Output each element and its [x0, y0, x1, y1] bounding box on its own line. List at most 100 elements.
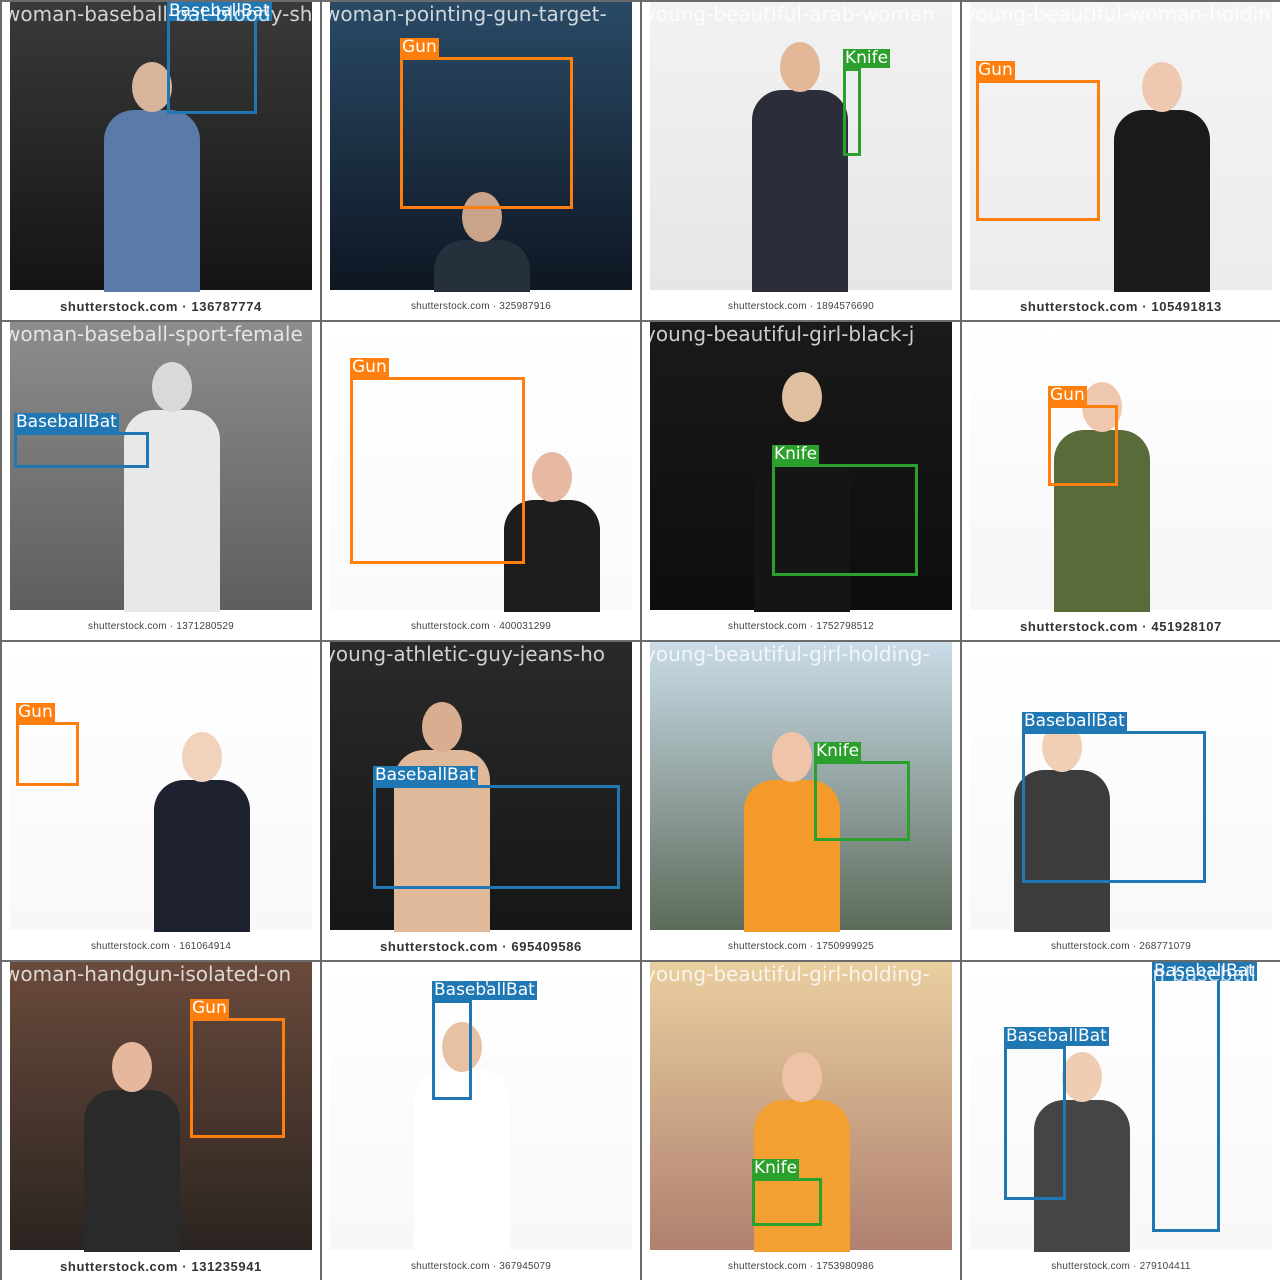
- watermark: shutterstock.com · 136787774: [2, 292, 320, 320]
- mosaic-tile: shutterstock.com · 1750999925 Knife young-…: [642, 642, 960, 960]
- watermark: shutterstock.com · 1371280529: [2, 612, 320, 640]
- box-label: Gun: [190, 998, 229, 1018]
- photo: [2, 2, 320, 320]
- bounding-box: [1022, 731, 1206, 883]
- image-filename: young-beautiful-girl-holding-: [644, 642, 930, 666]
- bounding-box: [373, 785, 620, 889]
- bounding-box: [1048, 405, 1118, 486]
- mosaic-tile: shutterstock.com · 268771079 BaseballBat y…: [962, 642, 1280, 960]
- box-label: Gun: [976, 60, 1015, 80]
- person-body: [752, 90, 848, 300]
- mosaic-tile: shutterstock.com · 367945079 BaseballBat y…: [322, 962, 640, 1280]
- image-filename: woman-baseball-sport-female: [4, 322, 303, 346]
- box-label: Gun: [350, 357, 389, 377]
- image-filename: womans-hand-cocking-revolver: [324, 322, 639, 346]
- box-label: Knife: [843, 48, 891, 68]
- photo: [642, 642, 960, 960]
- box-label: Knife: [752, 1158, 800, 1178]
- watermark: shutterstock.com · 161064914: [2, 932, 320, 960]
- photo: [322, 962, 640, 1280]
- person-body: [104, 110, 200, 300]
- box-label: Gun: [16, 702, 55, 722]
- person-head: [532, 452, 572, 502]
- person-head: [1062, 1052, 1102, 1102]
- photo: [2, 642, 320, 960]
- image-filename: young-beautiful-girl-holding-: [644, 962, 930, 986]
- bounding-box: [432, 1000, 472, 1100]
- watermark: shutterstock.com · 105491813: [962, 292, 1280, 320]
- watermark: shutterstock.com · 695409586: [322, 932, 640, 960]
- watermark: shutterstock.com · 131235941: [2, 1252, 320, 1280]
- person-head: [780, 42, 820, 92]
- person-head: [782, 1052, 822, 1102]
- person-head: [772, 732, 812, 782]
- watermark: shutterstock.com · 1750999925: [642, 932, 960, 960]
- mosaic-tile: shutterstock.com · 1894576690 Knife young-…: [642, 2, 960, 320]
- person-head: [132, 62, 172, 112]
- image-filename: woman-handgun-isolated-on: [4, 962, 292, 986]
- bounding-box: [16, 722, 79, 786]
- person-body: [154, 780, 250, 940]
- person-body: [434, 240, 530, 300]
- watermark: shutterstock.com · 268771079: [962, 932, 1280, 960]
- watermark: shutterstock.com · 279104411: [962, 1252, 1280, 1280]
- mosaic-tile: shutterstock.com · 1752798512 Knife young-…: [642, 322, 960, 640]
- box-label: BaseballBat: [1004, 1026, 1109, 1046]
- photo: [2, 322, 320, 640]
- image-filename: woman-baseball-bat-bloody-shirt-bla: [4, 2, 320, 26]
- box-label: BaseballBat: [14, 412, 119, 432]
- person-body: [1114, 110, 1210, 300]
- box-label: BaseballBat: [373, 765, 478, 785]
- bounding-box: [772, 464, 918, 576]
- person-head: [782, 372, 822, 422]
- photo: [642, 962, 960, 1280]
- image-filename: young-businessman-baseball: [964, 962, 1256, 986]
- mosaic-tile: shutterstock.com · 695409586 BaseballBat y…: [322, 642, 640, 960]
- box-label: Gun: [1048, 385, 1087, 405]
- image-filename: woman-pointing-gun-target-: [324, 2, 607, 26]
- watermark: shutterstock.com · 400031299: [322, 612, 640, 640]
- person-head: [152, 362, 192, 412]
- person-head: [112, 1042, 152, 1092]
- photo: [962, 322, 1280, 640]
- image-filename: young-athletic-guy-jeans-ho: [324, 642, 605, 666]
- image-filename: woman-businesswoman-gun-: [4, 642, 297, 666]
- watermark: shutterstock.com · 1753980986: [642, 1252, 960, 1280]
- bounding-box: [190, 1018, 285, 1138]
- box-label: Gun: [400, 37, 439, 57]
- box-label: Knife: [772, 444, 820, 464]
- bounding-box: [14, 432, 149, 468]
- image-filename: young-beautiful-girl-black-j: [644, 322, 915, 346]
- image-filename: young-beautiful-woman-holding: [964, 2, 1280, 26]
- mosaic-tile: shutterstock.com · 131235941 Gun woman-han…: [2, 962, 320, 1280]
- bounding-box: [400, 57, 573, 209]
- mosaic-tile: shutterstock.com · 105491813 Gun young-bea…: [962, 2, 1280, 320]
- person-body: [84, 1090, 180, 1260]
- watermark: shutterstock.com · 451928107: [962, 612, 1280, 640]
- mosaic-tile: shutterstock.com · 451928107 Gun young-bea…: [962, 322, 1280, 640]
- mosaic-tile: shutterstock.com · 136787774 BaseballBat w…: [2, 2, 320, 320]
- person-head: [1142, 62, 1182, 112]
- bounding-box: [1004, 1046, 1066, 1200]
- box-label: BaseballBat: [1022, 711, 1127, 731]
- watermark: shutterstock.com · 325987916: [322, 292, 640, 320]
- bounding-box: [814, 761, 910, 841]
- mosaic-tile: shutterstock.com · 325987916 Gun woman-poi…: [322, 2, 640, 320]
- box-label: Knife: [814, 741, 862, 761]
- watermark: shutterstock.com · 1752798512: [642, 612, 960, 640]
- person-head: [182, 732, 222, 782]
- mosaic-tile: shutterstock.com · 1753980986 Knife young-…: [642, 962, 960, 1280]
- person-head: [422, 702, 462, 752]
- mosaic-tile: shutterstock.com · 1371280529 BaseballBat…: [2, 322, 320, 640]
- bounding-box: [1152, 968, 1220, 1232]
- image-filename: young-beautiful-woman-holding: [964, 322, 1280, 346]
- image-filename: young-baseball-professional-: [324, 962, 613, 986]
- image-filename: young-beautiful-arab-woman: [644, 2, 935, 26]
- mosaic-tile: shutterstock.com · 161064914 Gun woman-bus…: [2, 642, 320, 960]
- bounding-box: [843, 68, 861, 156]
- photo: [642, 2, 960, 320]
- bounding-box: [350, 377, 525, 564]
- mosaic-tile: shutterstock.com · 279104411 BaseballBat B…: [962, 962, 1280, 1280]
- mosaic-tile: shutterstock.com · 400031299 Gun womans-ha…: [322, 322, 640, 640]
- watermark: shutterstock.com · 367945079: [322, 1252, 640, 1280]
